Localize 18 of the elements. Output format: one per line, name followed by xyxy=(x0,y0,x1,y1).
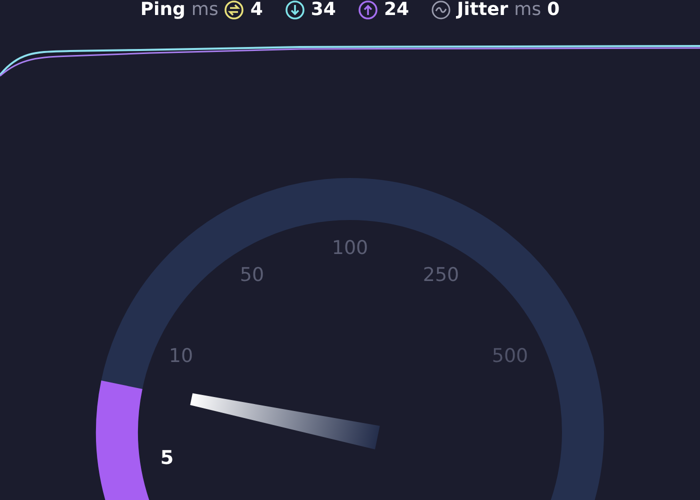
unit-label: ms xyxy=(514,1,542,19)
scale-label: 100 xyxy=(332,237,368,259)
upload-icon xyxy=(358,0,378,20)
scale-label: 250 xyxy=(422,264,460,286)
stat-value: 34 xyxy=(310,1,336,19)
scale-label: 5 xyxy=(160,447,174,469)
ping-icon xyxy=(224,0,244,20)
stat-value: 4 xyxy=(250,1,263,19)
scale-label: 500 xyxy=(492,345,528,367)
scale-label: 10 xyxy=(168,345,194,367)
wave-icon xyxy=(431,0,451,20)
unit-label: ms xyxy=(191,1,218,19)
download-icon xyxy=(284,0,305,20)
stat-label: Ping xyxy=(140,1,186,19)
scale-label: 50 xyxy=(240,264,264,286)
stat-label: Jitter xyxy=(457,1,508,19)
stat-value: 0 xyxy=(547,1,560,19)
stat-value: 24 xyxy=(384,1,409,19)
